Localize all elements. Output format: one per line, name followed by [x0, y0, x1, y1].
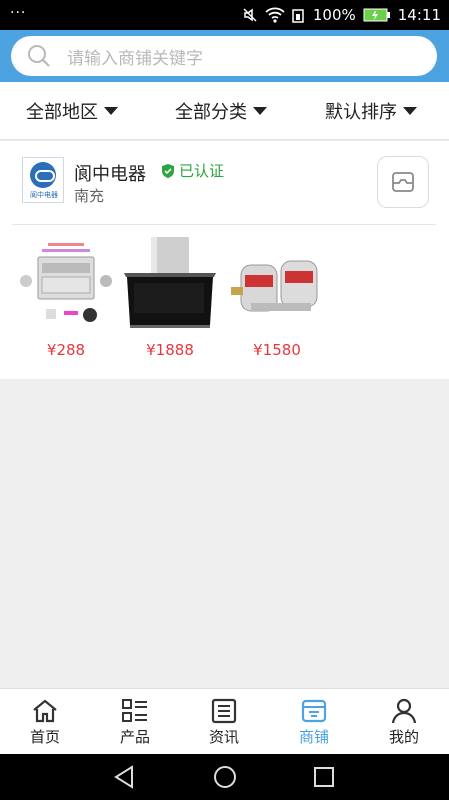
nav-news[interactable]: 资讯: [189, 689, 259, 755]
product-price: ¥288: [46, 341, 86, 359]
product-price: ¥1580: [253, 341, 301, 359]
filter-category-label: 全部分类: [175, 102, 247, 123]
dropdown-arrow-icon: [253, 107, 267, 115]
shop-name: 阆中电器: [74, 164, 146, 185]
notification-dots: ···: [10, 5, 27, 21]
clock: 14:11: [397, 6, 441, 24]
logo-text: 阆中电器: [30, 191, 58, 199]
filter-region-label: 全部地区: [26, 102, 98, 123]
shop-icon: [301, 699, 327, 723]
logo-mark-icon: [30, 162, 56, 188]
filter-bar: 全部地区 全部分类 默认排序: [0, 82, 449, 140]
dropdown-arrow-icon: [104, 107, 118, 115]
nav-products-label: 产品: [119, 728, 150, 746]
back-icon[interactable]: [113, 765, 135, 789]
battery-icon: [363, 8, 390, 22]
filter-region[interactable]: 全部地区: [26, 82, 118, 140]
home-circle-icon[interactable]: [213, 765, 237, 789]
nav-shops[interactable]: 商铺: [279, 689, 349, 755]
shop-card[interactable]: 阆中电器 阆中电器 已认证 南充 ¥288 ¥1888 ¥1580: [0, 141, 449, 379]
nav-home[interactable]: 首页: [10, 689, 80, 755]
product-list-icon: [122, 699, 147, 722]
wifi-icon: [265, 7, 285, 23]
system-nav-bar: [0, 754, 449, 800]
nav-shops-label: 商铺: [298, 728, 329, 746]
product-image-dishwasher: [20, 237, 112, 331]
user-icon: [391, 698, 417, 724]
search-header: 请输入商铺关键字: [0, 30, 449, 82]
verified-label: 已认证: [179, 162, 225, 180]
nav-home-label: 首页: [29, 728, 60, 746]
product-item[interactable]: ¥1888: [124, 237, 216, 359]
news-icon: [211, 698, 237, 724]
shop-logo: 阆中电器: [22, 157, 64, 203]
filter-sort[interactable]: 默认排序: [325, 82, 417, 140]
product-item[interactable]: ¥288: [20, 237, 112, 359]
dropdown-arrow-icon: [403, 107, 417, 115]
enter-shop-button[interactable]: [377, 156, 429, 208]
divider: [12, 224, 436, 225]
filter-sort-label: 默认排序: [325, 102, 397, 123]
product-image-water-purifier: [231, 237, 323, 331]
storefront-icon: [392, 172, 414, 192]
nav-me[interactable]: 我的: [369, 689, 439, 755]
signal-icon: [292, 9, 304, 23]
nav-me-label: 我的: [388, 728, 419, 746]
nav-products[interactable]: 产品: [100, 689, 170, 755]
search-icon: [28, 45, 50, 67]
recents-icon[interactable]: [314, 765, 334, 789]
mute-icon: [243, 8, 257, 22]
status-bar: ··· 100% 14:11: [0, 0, 449, 30]
shield-check-icon: [162, 163, 174, 178]
shop-city: 南充: [74, 187, 105, 205]
product-image-range-hood: [124, 237, 216, 331]
filter-category[interactable]: 全部分类: [175, 82, 267, 140]
product-price: ¥1888: [146, 341, 194, 359]
product-item[interactable]: ¥1580: [231, 237, 323, 359]
verified-badge: 已认证: [161, 160, 224, 181]
nav-news-label: 资讯: [208, 728, 239, 746]
search-input[interactable]: 请输入商铺关键字: [11, 36, 437, 76]
search-placeholder: 请输入商铺关键字: [67, 48, 203, 69]
bottom-nav: 首页 产品 资讯 商铺 我的: [0, 688, 449, 754]
home-icon: [33, 699, 57, 723]
battery-percent: 100%: [312, 6, 356, 24]
